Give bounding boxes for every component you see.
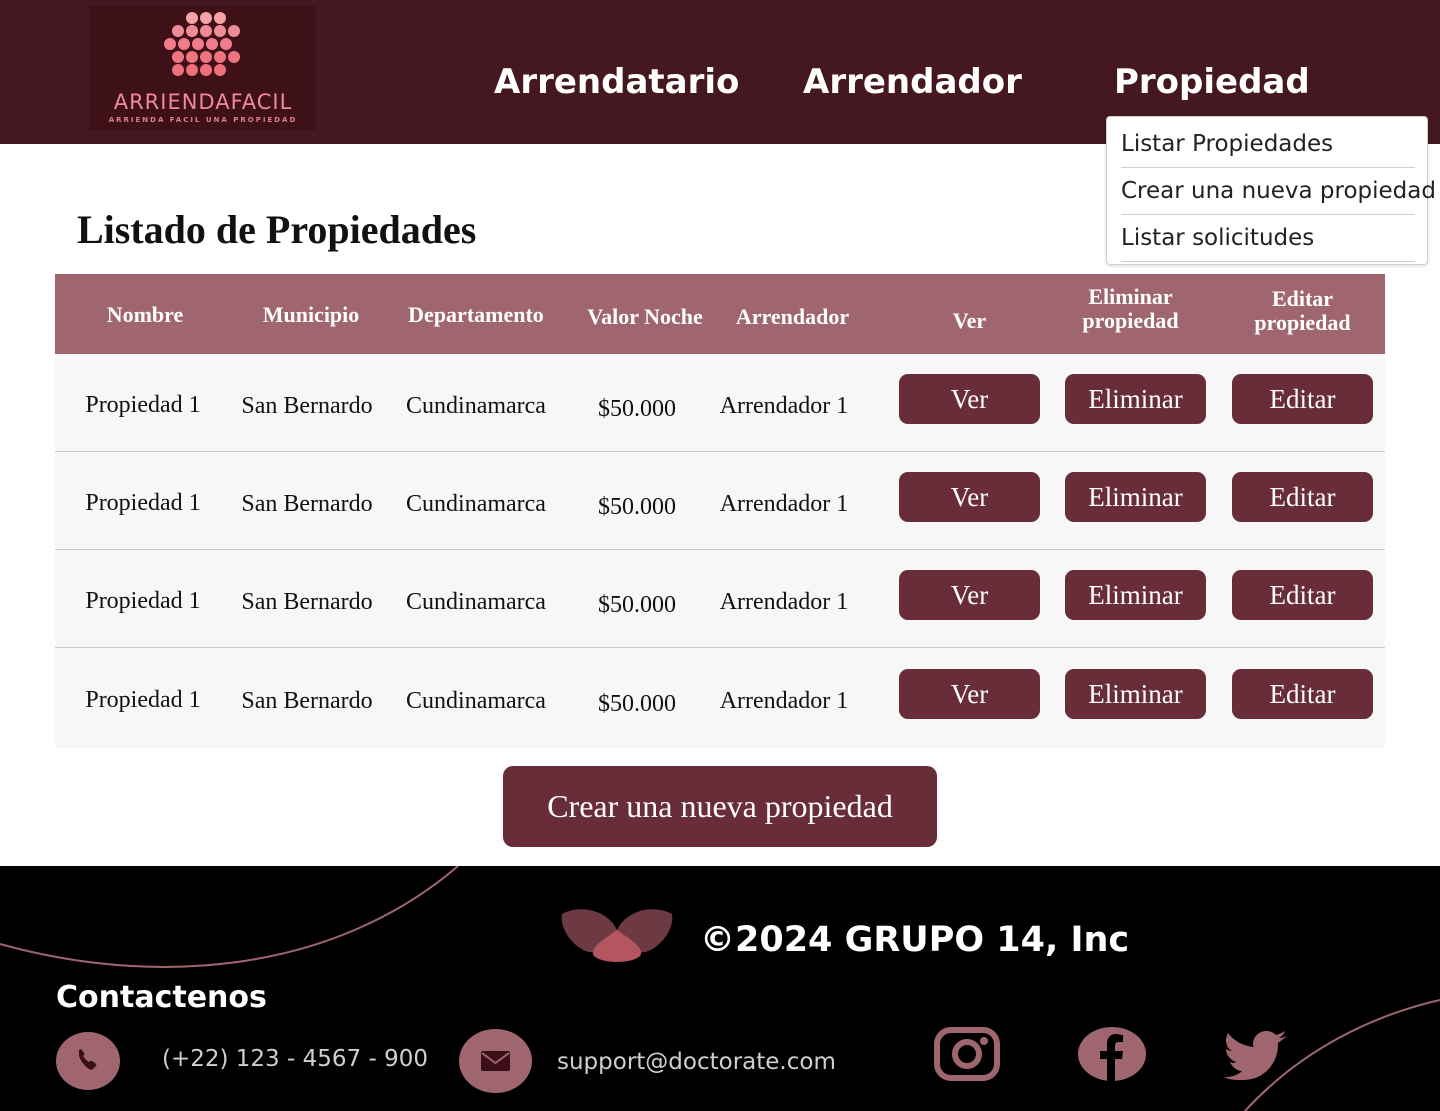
table-row: Propiedad 1 San Bernardo Cundinamarca $5… bbox=[55, 452, 1385, 550]
twitter-icon[interactable] bbox=[1224, 1030, 1288, 1080]
cell-municipio: San Bernardo bbox=[241, 688, 373, 714]
table-row: Propiedad 1 San Bernardo Cundinamarca $5… bbox=[55, 649, 1385, 747]
cell-arrendador: Arrendador 1 bbox=[719, 491, 849, 517]
copyright-text: ©2024 GRUPO 14, Inc bbox=[700, 920, 1130, 960]
cell-valor-noche: $50.000 bbox=[598, 396, 676, 422]
eliminar-button[interactable]: Eliminar bbox=[1065, 374, 1206, 424]
cell-municipio: San Bernardo bbox=[241, 393, 373, 419]
eliminar-button[interactable]: Eliminar bbox=[1065, 669, 1206, 719]
cell-nombre: Propiedad 1 bbox=[85, 687, 201, 713]
col-header-arrendador: Arrendador bbox=[735, 304, 850, 329]
nav-propiedad[interactable]: Propiedad bbox=[1114, 62, 1310, 102]
cell-valor-noche: $50.000 bbox=[598, 592, 676, 618]
table-row: Propiedad 1 San Bernardo Cundinamarca $5… bbox=[55, 550, 1385, 648]
cell-departamento: Cundinamarca bbox=[406, 393, 546, 419]
logo-tagline: ARRIENDA FACIL UNA PROPIEDAD bbox=[108, 116, 298, 124]
col-header-eliminar-line2: propiedad bbox=[1082, 308, 1179, 333]
col-header-municipio: Municipio bbox=[262, 302, 360, 327]
phone-number: (+22) 123 - 4567 - 900 bbox=[162, 1046, 428, 1072]
col-header-editar-line1: Editar bbox=[1271, 286, 1334, 311]
cell-municipio: San Bernardo bbox=[241, 491, 373, 517]
cell-nombre: Propiedad 1 bbox=[85, 588, 201, 614]
ver-button[interactable]: Ver bbox=[899, 669, 1040, 719]
col-header-valor-noche: Valor Noche bbox=[587, 304, 703, 329]
eliminar-button[interactable]: Eliminar bbox=[1065, 570, 1206, 620]
logo-wordmark: ARRIENDAFACIL bbox=[113, 90, 293, 114]
editar-button[interactable]: Editar bbox=[1232, 374, 1373, 424]
editar-button[interactable]: Editar bbox=[1232, 570, 1373, 620]
email-icon[interactable] bbox=[459, 1029, 532, 1093]
facebook-icon[interactable] bbox=[1077, 1026, 1147, 1082]
editar-button[interactable]: Editar bbox=[1232, 669, 1373, 719]
col-header-eliminar: Eliminar propiedad bbox=[1060, 285, 1201, 333]
menu-item-listar-propiedades[interactable]: Listar Propiedades bbox=[1121, 121, 1415, 168]
cell-departamento: Cundinamarca bbox=[406, 589, 546, 615]
cell-nombre: Propiedad 1 bbox=[85, 392, 201, 418]
properties-table: Nombre Municipio Departamento Valor Noch… bbox=[55, 274, 1385, 748]
logo-mark-icon bbox=[162, 12, 242, 82]
instagram-icon[interactable] bbox=[933, 1026, 1001, 1082]
cell-valor-noche: $50.000 bbox=[598, 691, 676, 717]
create-property-button[interactable]: Crear una nueva propiedad bbox=[503, 766, 937, 847]
ver-button[interactable]: Ver bbox=[899, 472, 1040, 522]
menu-item-listar-solicitudes[interactable]: Listar solicitudes bbox=[1121, 215, 1415, 262]
cell-departamento: Cundinamarca bbox=[406, 491, 546, 517]
ver-button[interactable]: Ver bbox=[899, 374, 1040, 424]
cell-departamento: Cundinamarca bbox=[406, 688, 546, 714]
table-row: Propiedad 1 San Bernardo Cundinamarca $5… bbox=[55, 354, 1385, 452]
cell-valor-noche: $50.000 bbox=[598, 494, 676, 520]
col-header-eliminar-line1: Eliminar bbox=[1088, 284, 1173, 309]
email-address: support@doctorate.com bbox=[557, 1049, 836, 1075]
propiedad-dropdown-menu: Listar Propiedades Crear una nueva propi… bbox=[1106, 116, 1436, 265]
col-header-editar-line2: propiedad bbox=[1254, 310, 1351, 335]
nav-arrendador[interactable]: Arrendador bbox=[803, 62, 1022, 102]
col-header-nombre: Nombre bbox=[106, 302, 184, 327]
col-header-editar: Editar propiedad bbox=[1232, 287, 1373, 335]
cell-arrendador: Arrendador 1 bbox=[719, 589, 849, 615]
col-header-departamento: Departamento bbox=[408, 302, 544, 327]
col-header-ver: Ver bbox=[952, 308, 987, 333]
editar-button[interactable]: Editar bbox=[1232, 472, 1373, 522]
nav-arrendatario[interactable]: Arrendatario bbox=[494, 62, 739, 102]
logo[interactable]: ARRIENDAFACIL ARRIENDA FACIL UNA PROPIED… bbox=[90, 6, 316, 130]
footer: ©2024 GRUPO 14, Inc Contactenos (+22) 12… bbox=[0, 866, 1440, 1111]
menu-item-crear-propiedad[interactable]: Crear una nueva propiedad bbox=[1121, 168, 1436, 215]
table-header: Nombre Municipio Departamento Valor Noch… bbox=[55, 274, 1385, 354]
phone-icon[interactable] bbox=[56, 1032, 120, 1090]
brand-heart-icon bbox=[561, 909, 673, 962]
page-title: Listado de Propiedades bbox=[77, 207, 477, 252]
cell-nombre: Propiedad 1 bbox=[85, 490, 201, 516]
ver-button[interactable]: Ver bbox=[899, 570, 1040, 620]
cell-arrendador: Arrendador 1 bbox=[719, 688, 849, 714]
contact-title: Contactenos bbox=[56, 980, 267, 1015]
cell-arrendador: Arrendador 1 bbox=[719, 393, 849, 419]
eliminar-button[interactable]: Eliminar bbox=[1065, 472, 1206, 522]
cell-municipio: San Bernardo bbox=[241, 589, 373, 615]
